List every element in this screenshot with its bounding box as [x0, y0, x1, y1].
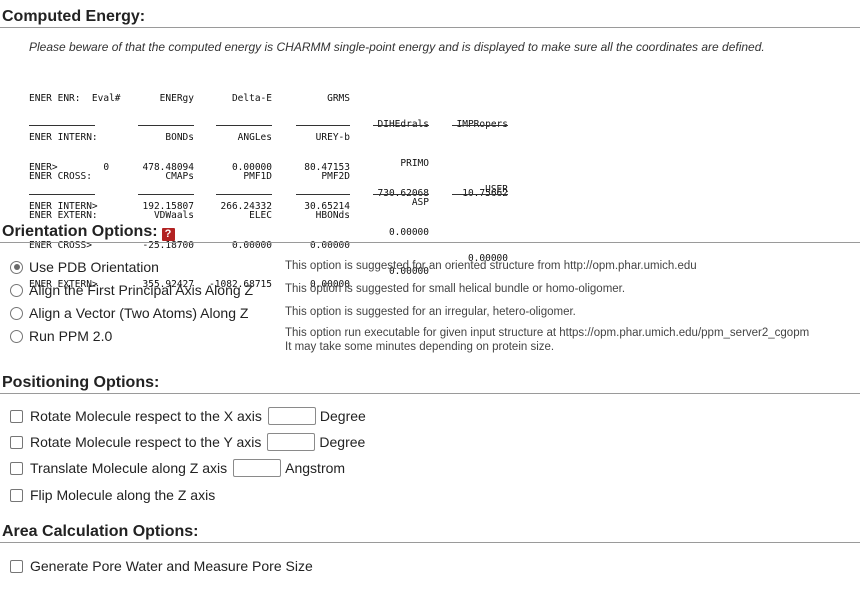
- option-description-line: This option run executable for given inp…: [285, 327, 810, 339]
- unit-label: Angstrom: [285, 460, 346, 476]
- table-separator: [138, 125, 194, 126]
- orientation-title-text: Orientation Options:: [2, 223, 158, 240]
- unit-label: Degree: [319, 408, 366, 424]
- pore-water-row: Generate Pore Water and Measure Pore Siz…: [10, 558, 313, 574]
- radio-label: Align a Vector (Two Atoms) Along Z: [29, 305, 249, 321]
- pore-water-checkbox[interactable]: [10, 559, 23, 573]
- translate-z-input[interactable]: [233, 459, 282, 477]
- option-description: This option run executable for given inp…: [285, 326, 809, 354]
- option-description-line: It may take some minutes depending on pr…: [285, 341, 555, 353]
- section-divider: [0, 542, 860, 543]
- radio-button[interactable]: [10, 283, 23, 297]
- table-separator: [452, 194, 508, 195]
- table-separator: [452, 125, 508, 126]
- radio-use-pdb-orientation[interactable]: Use PDB Orientation: [10, 259, 159, 275]
- rotate-x-checkbox[interactable]: [10, 409, 23, 423]
- unit-label: Degree: [319, 434, 366, 450]
- flip-z-row: Flip Molecule along the Z axis: [10, 487, 215, 503]
- checkbox-label: Generate Pore Water and Measure Pore Siz…: [30, 558, 313, 574]
- computed-energy-title: Computed Energy:: [2, 8, 146, 25]
- checkbox-label: Rotate Molecule respect to the Y axis: [30, 434, 262, 450]
- positioning-options-title: Positioning Options:: [2, 374, 160, 391]
- table-separator: [29, 125, 95, 126]
- rotate-y-row: Rotate Molecule respect to the Y axis De…: [10, 433, 365, 451]
- translate-z-checkbox[interactable]: [10, 461, 23, 475]
- rotate-y-input[interactable]: [267, 433, 316, 451]
- rotate-x-input[interactable]: [267, 407, 316, 425]
- flip-z-checkbox[interactable]: [10, 488, 23, 502]
- radio-align-vector[interactable]: Align a Vector (Two Atoms) Along Z: [10, 305, 248, 321]
- orientation-options-title: Orientation Options:?: [2, 223, 175, 241]
- table-separator: [29, 194, 95, 195]
- area-calculation-options-title: Area Calculation Options:: [2, 523, 199, 540]
- checkbox-label: Flip Molecule along the Z axis: [30, 487, 216, 503]
- help-icon[interactable]: ?: [161, 228, 175, 241]
- rotate-x-row: Rotate Molecule respect to the X axis De…: [10, 407, 366, 425]
- rotate-y-checkbox[interactable]: [10, 435, 23, 449]
- section-divider: [0, 242, 860, 243]
- table-separator: [296, 125, 350, 126]
- table-separator: [216, 125, 272, 126]
- radio-run-ppm[interactable]: Run PPM 2.0: [10, 328, 112, 344]
- radio-button-checked[interactable]: [10, 260, 23, 274]
- table-separator: [373, 125, 429, 126]
- radio-label: Use PDB Orientation: [29, 259, 159, 275]
- option-description: This option is suggested for small helic…: [285, 283, 626, 295]
- option-description: This option is suggested for an irregula…: [285, 306, 576, 318]
- energy-data-col-4: 730.62068 0.00000 0.00000: [378, 188, 429, 277]
- radio-label: Run PPM 2.0: [29, 328, 113, 344]
- radio-button[interactable]: [10, 306, 23, 320]
- option-description: This option is suggested for an oriented…: [285, 260, 697, 272]
- section-divider: [0, 27, 860, 28]
- table-separator: [216, 194, 272, 195]
- radio-label: Align the First Principal Axis Along Z: [29, 282, 254, 298]
- translate-z-row: Translate Molecule along Z axis Angstrom: [10, 459, 345, 477]
- checkbox-label: Translate Molecule along Z axis: [30, 460, 228, 476]
- radio-align-principal-axis[interactable]: Align the First Principal Axis Along Z: [10, 282, 253, 298]
- table-separator: [138, 194, 194, 195]
- checkbox-label: Rotate Molecule respect to the X axis: [30, 408, 262, 424]
- energy-note: Please beware of that the computed energ…: [29, 40, 765, 54]
- table-separator: [373, 194, 429, 195]
- table-separator: [296, 194, 350, 195]
- section-divider: [0, 393, 860, 394]
- radio-button[interactable]: [10, 329, 23, 343]
